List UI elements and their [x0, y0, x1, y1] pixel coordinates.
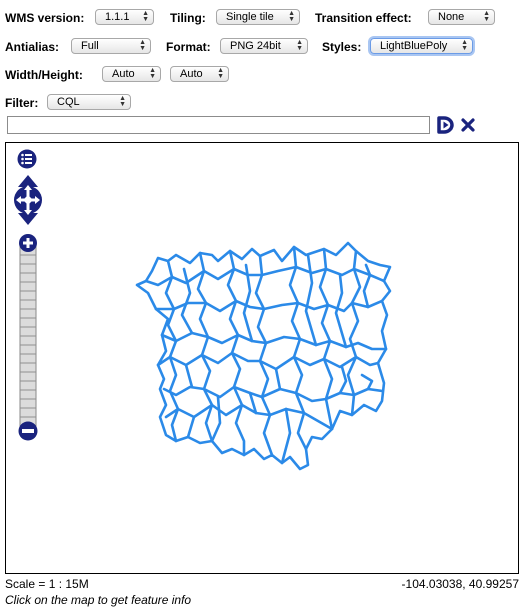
styles-label: Styles:	[322, 40, 362, 54]
coordinates-readout: -104.03038, 40.99257	[401, 577, 519, 591]
states-polygon-layer[interactable]	[6, 143, 518, 573]
antialias-select[interactable]: Full ▲ ▼	[71, 38, 151, 54]
filter-type-select[interactable]: CQL ▲ ▼	[47, 94, 131, 110]
format-label: Format:	[166, 40, 211, 54]
map-viewport[interactable]	[5, 142, 519, 574]
layer-switcher-icon[interactable]	[17, 149, 37, 169]
select-arrows-icon: ▲ ▼	[142, 10, 149, 23]
zoom-slider[interactable]	[17, 233, 39, 449]
antialias-value: Full	[81, 40, 99, 52]
wms-version-select[interactable]: 1.1.1 ▲ ▼	[95, 9, 154, 25]
reset-filter-icon[interactable]	[461, 118, 475, 132]
select-arrows-icon: ▲ ▼	[119, 95, 126, 108]
transition-effect-select[interactable]: None ▲ ▼	[428, 9, 495, 25]
filter-type-value: CQL	[57, 96, 80, 108]
transition-effect-label: Transition effect:	[315, 11, 412, 25]
tiling-value: Single tile	[226, 11, 274, 23]
select-arrows-icon: ▲ ▼	[217, 67, 224, 80]
tiling-label: Tiling:	[170, 11, 206, 25]
wms-version-label: WMS version:	[5, 11, 85, 25]
wms-version-value: 1.1.1	[105, 11, 130, 23]
cql-filter-input[interactable]	[7, 116, 430, 134]
feature-info-hint: Click on the map to get feature info	[5, 593, 192, 607]
styles-select[interactable]: LightBluePoly ▲ ▼	[370, 38, 473, 54]
select-arrows-icon: ▲ ▼	[288, 10, 295, 23]
styles-value: LightBluePoly	[380, 40, 448, 52]
pan-control-icon[interactable]	[10, 173, 46, 227]
format-value: PNG 24bit	[230, 40, 281, 52]
width-select[interactable]: Auto ▲ ▼	[102, 66, 161, 82]
height-value: Auto	[180, 68, 203, 80]
select-arrows-icon: ▲ ▼	[149, 67, 156, 80]
select-arrows-icon: ▲ ▼	[139, 39, 146, 52]
width-value: Auto	[112, 68, 135, 80]
select-arrows-icon: ▲ ▼	[461, 39, 468, 52]
select-arrows-icon: ▲ ▼	[483, 10, 490, 23]
transition-effect-value: None	[438, 11, 465, 23]
zoom-in-icon[interactable]	[18, 233, 38, 253]
width-height-label: Width/Height:	[5, 68, 83, 82]
apply-filter-icon[interactable]	[436, 115, 456, 135]
format-select[interactable]: PNG 24bit ▲ ▼	[220, 38, 308, 54]
scale-readout: Scale = 1 : 15M	[5, 577, 89, 591]
antialias-label: Antialias:	[5, 40, 60, 54]
height-select[interactable]: Auto ▲ ▼	[170, 66, 229, 82]
tiling-select[interactable]: Single tile ▲ ▼	[216, 9, 300, 25]
filter-label: Filter:	[5, 96, 39, 110]
select-arrows-icon: ▲ ▼	[296, 39, 303, 52]
zoom-out-icon[interactable]	[18, 420, 38, 442]
